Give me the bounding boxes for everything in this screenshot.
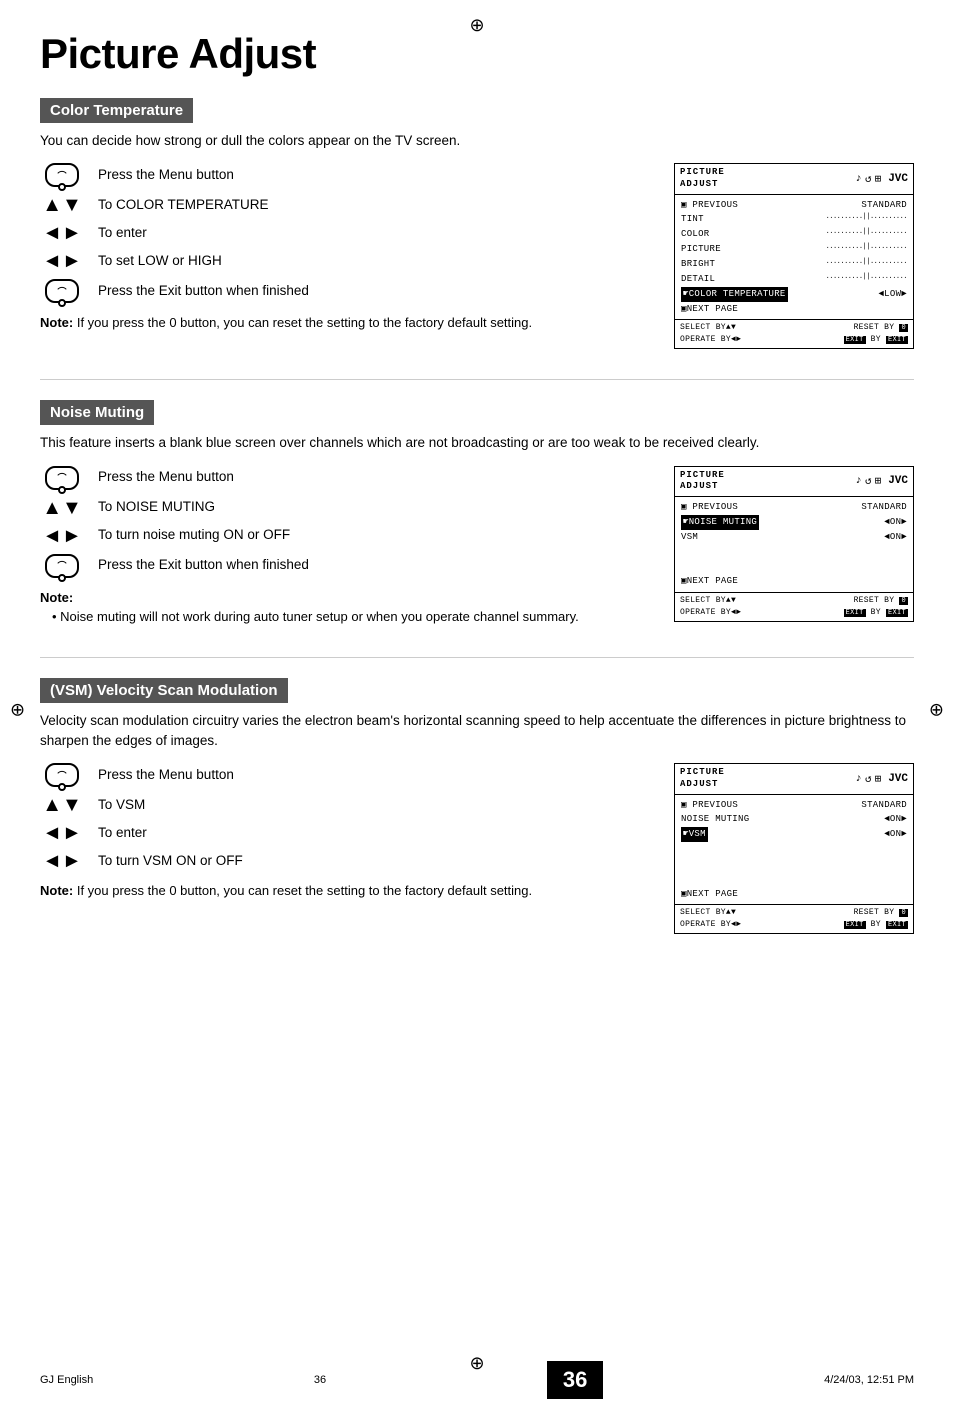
instruction-text-3: Press the Exit button when finished xyxy=(98,556,309,575)
section-header-noise-muting: Noise Muting xyxy=(40,400,154,425)
instruction-text-0: Press the Menu button xyxy=(98,766,234,785)
instruction-row-0: ⌒ Press the Menu button xyxy=(40,763,644,787)
instruction-row-2: ◄► To turn noise muting ON or OFF xyxy=(40,526,644,546)
note-noise-muting: Note:Noise muting will not work during a… xyxy=(40,588,644,627)
instruction-text-3: To turn VSM ON or OFF xyxy=(98,852,243,871)
section-desc-vsm: Velocity scan modulation circuitry varie… xyxy=(40,711,914,752)
osd-display: PICTURE ADJUST♪↺⊞JVC▣ PREVIOUSSTANDARDTI… xyxy=(674,163,914,349)
instruction-icon-3: ◄► xyxy=(40,251,84,271)
instruction-row-2: ◄► To enter xyxy=(40,823,644,843)
instruction-text-3: To set LOW or HIGH xyxy=(98,252,222,271)
footer-center: 36 xyxy=(314,1374,326,1386)
osd-display: PICTURE ADJUST♪↺⊞JVC▣ PREVIOUSSTANDARD☛N… xyxy=(674,466,914,622)
instruction-row-0: ⌒ Press the Menu button xyxy=(40,466,644,490)
instruction-icon-0: ⌒ xyxy=(40,763,84,787)
section-noise-muting: Noise Muting This feature inserts a blank… xyxy=(40,400,914,626)
instruction-icon-2: ◄► xyxy=(40,223,84,243)
instruction-text-4: Press the Exit button when finished xyxy=(98,282,309,301)
section-desc-noise-muting: This feature inserts a blank blue screen… xyxy=(40,433,914,453)
instruction-text-2: To turn noise muting ON or OFF xyxy=(98,526,290,545)
instruction-icon-1: ▲▼ xyxy=(40,795,84,815)
instruction-row-2: ◄► To enter xyxy=(40,223,644,243)
note-color-temperature: Note: If you press the 0 button, you can… xyxy=(40,313,644,333)
left-crosshair: ⊕ xyxy=(10,699,25,720)
right-crosshair: ⊕ xyxy=(929,699,944,720)
note-vsm: Note: If you press the 0 button, you can… xyxy=(40,881,644,901)
instruction-row-1: ▲▼ To COLOR TEMPERATURE xyxy=(40,195,644,215)
instruction-row-3: ⌒ Press the Exit button when finished xyxy=(40,554,644,578)
section-desc-color-temperature: You can decide how strong or dull the co… xyxy=(40,131,914,151)
instruction-text-1: To COLOR TEMPERATURE xyxy=(98,196,269,215)
instruction-row-4: ⌒ Press the Exit button when finished xyxy=(40,279,644,303)
instruction-icon-2: ◄► xyxy=(40,526,84,546)
footer-left: GJ English xyxy=(40,1374,93,1386)
instruction-row-0: ⌒ Press the Menu button xyxy=(40,163,644,187)
page-number: 36 xyxy=(547,1361,603,1399)
section-vsm: (VSM) Velocity Scan Modulation Velocity s… xyxy=(40,678,914,935)
top-crosshair: ⊕ xyxy=(469,15,484,36)
instruction-row-1: ▲▼ To VSM xyxy=(40,795,644,815)
instruction-icon-1: ▲▼ xyxy=(40,498,84,518)
section-header-color-temperature: Color Temperature xyxy=(40,98,193,123)
page-title: Picture Adjust xyxy=(40,30,914,78)
page-footer: GJ English 36 36 4/24/03, 12:51 PM xyxy=(40,1361,914,1399)
instruction-text-2: To enter xyxy=(98,224,147,243)
instruction-row-1: ▲▼ To NOISE MUTING xyxy=(40,498,644,518)
instruction-icon-2: ◄► xyxy=(40,823,84,843)
instruction-text-0: Press the Menu button xyxy=(98,468,234,487)
instruction-icon-0: ⌒ xyxy=(40,466,84,490)
instruction-icon-1: ▲▼ xyxy=(40,195,84,215)
instruction-text-0: Press the Menu button xyxy=(98,166,234,185)
section-color-temperature: Color Temperature You can decide how stro… xyxy=(40,98,914,349)
instruction-icon-3: ◄► xyxy=(40,851,84,871)
instruction-icon-0: ⌒ xyxy=(40,163,84,187)
instruction-text-2: To enter xyxy=(98,824,147,843)
instruction-row-3: ◄► To turn VSM ON or OFF xyxy=(40,851,644,871)
osd-display: PICTURE ADJUST♪↺⊞JVC▣ PREVIOUSSTANDARDNO… xyxy=(674,763,914,934)
instruction-text-1: To NOISE MUTING xyxy=(98,498,215,517)
section-header-vsm: (VSM) Velocity Scan Modulation xyxy=(40,678,288,703)
instruction-text-1: To VSM xyxy=(98,796,145,815)
instruction-row-3: ◄► To set LOW or HIGH xyxy=(40,251,644,271)
footer-right: 4/24/03, 12:51 PM xyxy=(824,1374,914,1386)
instruction-icon-4: ⌒ xyxy=(40,279,84,303)
instruction-icon-3: ⌒ xyxy=(40,554,84,578)
